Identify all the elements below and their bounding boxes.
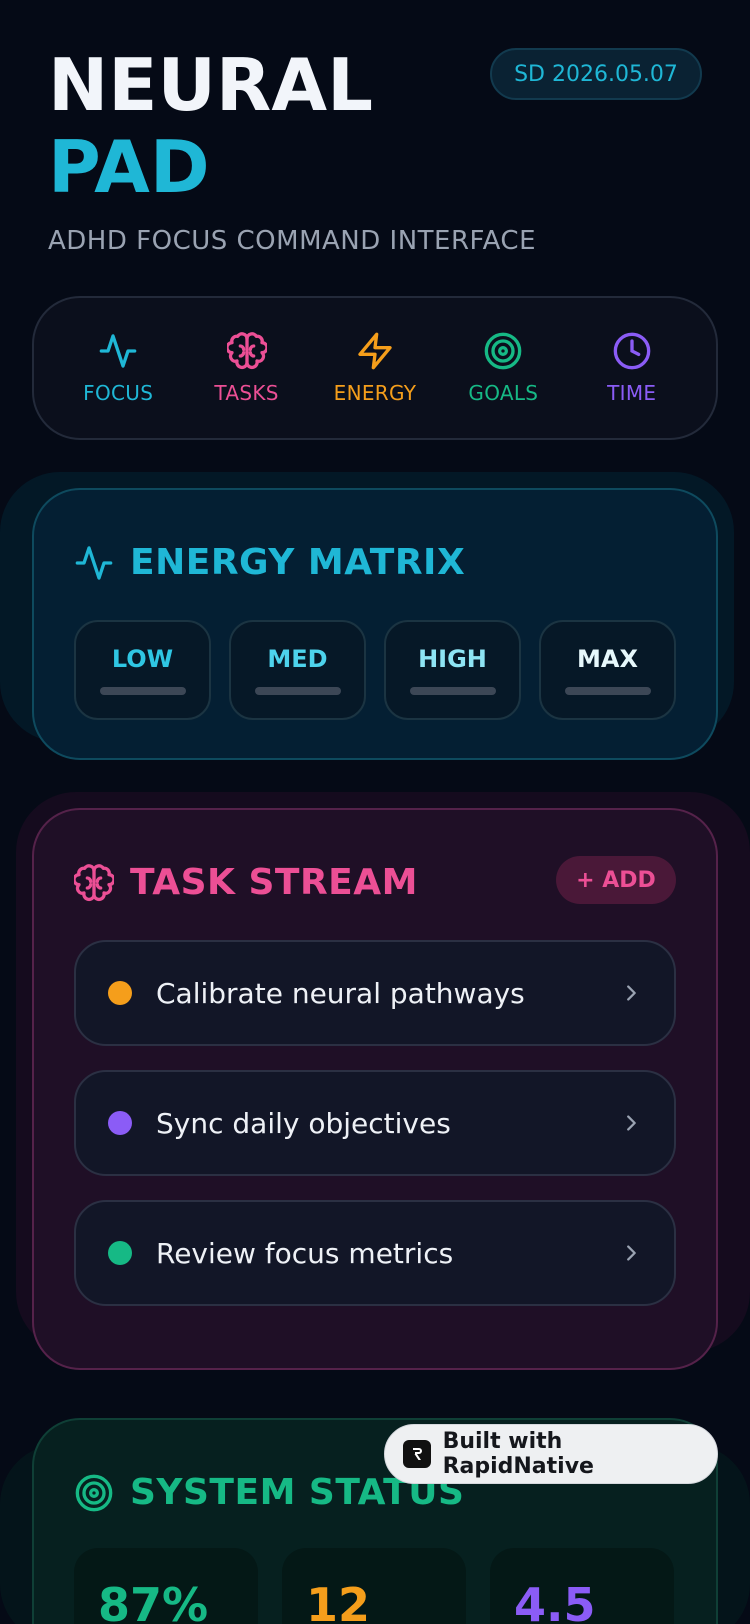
nav-label-energy: ENERGY	[333, 381, 417, 405]
chevron-right-icon	[627, 1245, 636, 1261]
nav-label-time: TIME	[607, 381, 657, 405]
energy-level-bar	[254, 687, 341, 695]
nav-item-goals[interactable]: GOALS	[443, 331, 563, 405]
energy-matrix-header: ENERGY MATRIX	[74, 542, 465, 583]
app-title-line1: NEURAL	[48, 43, 373, 127]
chevron-right-icon	[627, 985, 636, 1001]
task-item[interactable]: Calibrate neural pathways	[74, 940, 676, 1046]
task-stream-card: TASK STREAM + ADD Calibrate neural pathw…	[32, 808, 718, 1370]
app-title-line2: PAD	[48, 125, 210, 209]
task-item[interactable]: Sync daily objectives	[74, 1070, 676, 1176]
task-text: Review focus metrics	[156, 1236, 454, 1270]
energy-level-med[interactable]: MED	[229, 620, 366, 720]
task-text: Calibrate neural pathways	[156, 976, 525, 1010]
stat-value: 87%	[98, 1578, 209, 1624]
energy-matrix-card: ENERGY MATRIX LOW MED HIGH MAX	[32, 488, 718, 760]
task-item[interactable]: Review focus metrics	[74, 1200, 676, 1306]
clock-icon	[613, 332, 651, 370]
task-stream-title: TASK STREAM	[130, 862, 418, 903]
nav-label-focus: FOCUS	[83, 381, 154, 405]
task-stream-header: TASK STREAM	[74, 862, 418, 903]
energy-level-label: MED	[267, 645, 328, 673]
stat-value: 4.5	[514, 1578, 596, 1624]
energy-level-low[interactable]: LOW	[74, 620, 211, 720]
nav-item-time[interactable]: TIME	[572, 331, 692, 405]
built-with-badge[interactable]: Built with RapidNative	[384, 1424, 718, 1484]
energy-level-bar	[99, 687, 186, 695]
nav-label-tasks: TASKS	[214, 381, 279, 405]
activity-icon	[99, 334, 137, 368]
chevron-right-icon	[627, 1115, 636, 1131]
target-icon	[485, 332, 522, 370]
energy-level-label: HIGH	[418, 645, 487, 673]
energy-level-bar	[564, 687, 651, 695]
task-text: Sync daily objectives	[156, 1106, 451, 1140]
add-task-button[interactable]: + ADD	[556, 856, 676, 904]
nav-item-focus[interactable]: FOCUS	[58, 331, 178, 405]
nav-bar: FOCUS TASKS ENERGY GOALS TIME	[32, 296, 718, 440]
energy-matrix-title: ENERGY MATRIX	[130, 542, 466, 583]
energy-level-label: LOW	[111, 645, 174, 673]
app-header: NEURAL PAD	[48, 44, 373, 208]
activity-icon	[75, 545, 113, 580]
stat-tile: 4.5	[490, 1548, 674, 1624]
nav-item-energy[interactable]: ENERGY	[315, 331, 435, 405]
energy-level-bar	[409, 687, 496, 695]
app-subtitle: ADHD FOCUS COMMAND INTERFACE	[48, 226, 536, 256]
brain-icon	[226, 332, 267, 370]
energy-level-max[interactable]: MAX	[539, 620, 676, 720]
stat-value: 12	[306, 1578, 371, 1624]
lightning-icon	[358, 332, 392, 370]
energy-levels: LOW MED HIGH MAX	[74, 620, 676, 720]
task-status-dot	[108, 1111, 132, 1135]
task-status-dot	[108, 981, 132, 1005]
brain-icon	[74, 863, 114, 901]
task-status-dot	[108, 1241, 132, 1265]
energy-level-label: MAX	[577, 645, 638, 673]
date-badge: SD 2026.05.07	[490, 48, 702, 100]
nav-item-tasks[interactable]: TASKS	[187, 331, 307, 405]
stat-tile: 87%	[74, 1548, 258, 1624]
energy-level-high[interactable]: HIGH	[384, 620, 521, 720]
nav-label-goals: GOALS	[468, 381, 539, 405]
stat-tile: 12	[282, 1548, 466, 1624]
built-with-text: Built with RapidNative	[442, 1429, 594, 1479]
target-icon	[75, 1474, 113, 1511]
rapidnative-logo-icon	[403, 1440, 431, 1468]
